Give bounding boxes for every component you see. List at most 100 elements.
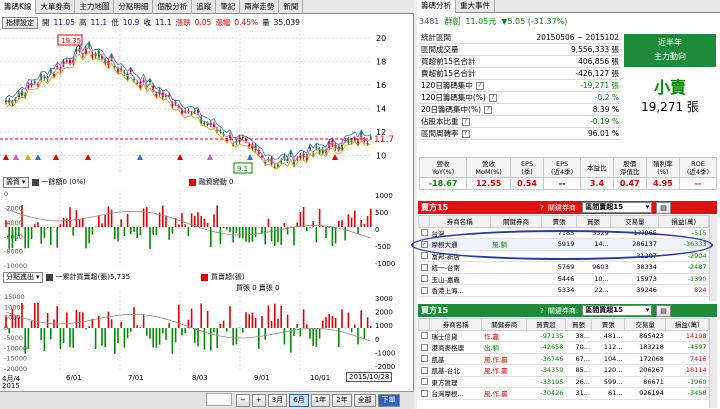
broker-row[interactable]: 香港上海... 5334 22... 39246 824 <box>418 284 709 297</box>
zoom-out-button[interactable]: − <box>236 394 250 407</box>
x-tick-label: 10/01 <box>310 374 331 382</box>
volume-bar <box>216 205 218 227</box>
branch-indicator-select[interactable]: 分點進出 ▾ <box>3 271 43 283</box>
broker-row[interactable]: 瑞士信貸 作.贏 -97135 38... 481... 865423 14198 <box>418 330 709 342</box>
help-icon[interactable]: ? <box>488 94 497 102</box>
column-header[interactable]: 關鍵券商 <box>489 215 543 228</box>
row-checkbox[interactable] <box>420 263 428 271</box>
range-button-全部[interactable]: 全部 <box>353 394 376 407</box>
buy-scrollbar[interactable] <box>709 318 717 408</box>
broker-row[interactable]: 玉山-嘉義 5446 10... 15973 -1390 <box>418 273 709 285</box>
column-header[interactable]: 交易量 <box>623 318 667 331</box>
chip-indicator-select[interactable]: 籌資 ▾ <box>3 176 29 188</box>
row-checkbox[interactable] <box>420 343 428 351</box>
row-checkbox[interactable] <box>420 378 428 386</box>
column-header[interactable]: 賣張 <box>591 318 625 331</box>
volume-bar <box>309 328 311 339</box>
scrollbar[interactable] <box>206 393 232 406</box>
broker-row[interactable]: 東方匯理 -33195 26... 599... 86671 -1960 <box>418 376 709 388</box>
chevron-down-icon: ▾ <box>22 177 26 186</box>
column-header[interactable]: 買張 <box>564 318 593 331</box>
range-button-1年[interactable]: 1年 <box>310 394 331 407</box>
analysis-tab-0[interactable]: 籌碼分析 <box>417 0 456 13</box>
range-button-2年[interactable]: 2年 <box>332 394 352 407</box>
volume-bar <box>43 227 46 238</box>
cell-key <box>481 376 527 388</box>
help-icon[interactable]: ? <box>461 130 470 138</box>
buy-range-select[interactable]: 區間買超15 ▾ <box>582 305 653 316</box>
tab-0[interactable]: 籌碼K線 <box>0 0 37 14</box>
y-tick-label: -4000 <box>4 219 23 227</box>
broker-row[interactable]: 統一-台南 5769 9603 38334 -2487 <box>418 261 709 274</box>
row-checkbox[interactable] <box>420 389 428 397</box>
range-button-3月[interactable]: 3月 <box>267 394 288 407</box>
tab-7[interactable]: 兩岸走勢 <box>240 0 280 14</box>
branch-chart[interactable]: 150001000050000-5000-10000-15000-2000030… <box>0 292 414 372</box>
volume-bar <box>222 320 225 328</box>
zoom-in-button[interactable]: + <box>251 394 266 407</box>
sell-range-select[interactable]: 區間賣超15 ▾ <box>582 202 653 213</box>
row-checkbox[interactable] <box>420 332 428 340</box>
column-header[interactable]: 買賣超 <box>526 318 566 331</box>
column-header[interactable]: 券商名稱 <box>429 215 491 228</box>
legend-swatch <box>31 178 39 186</box>
cell-pnl: 18114 <box>665 364 709 377</box>
cell-net: -34359 <box>526 364 566 377</box>
high-price: 11.1 <box>90 18 108 27</box>
tab-5[interactable]: 追蹤 <box>192 0 217 14</box>
volume-bar <box>312 221 314 227</box>
tab-4[interactable]: 個股分析 <box>153 0 193 14</box>
tab-3[interactable]: 分點明細 <box>114 0 154 14</box>
buy-expand-button[interactable]: ▤ <box>656 304 671 317</box>
right-tick-label: -1000 <box>375 349 395 357</box>
column-header[interactable]: 損益(萬) <box>665 318 709 331</box>
row-checkbox[interactable] <box>420 252 428 260</box>
stats-value: -426,127 張 <box>515 67 621 80</box>
tab-2[interactable]: 主力地圖 <box>75 0 115 14</box>
row-checkbox[interactable] <box>420 366 428 374</box>
help-icon[interactable]: ? <box>540 204 544 212</box>
column-header[interactable]: 券商名稱 <box>428 318 483 331</box>
chart-tabs: 籌碼K線 大單券商 主力地圖 分點明細 個股分析 追蹤 筆記 兩岸走勢 新聞 <box>0 0 414 14</box>
range-button-6月[interactable]: 6月 <box>289 394 309 407</box>
help-icon[interactable]: ? <box>484 106 493 114</box>
stats-label: 統計區間 <box>419 32 516 44</box>
broker-row[interactable]: 凱基-台北 風.作.贏 -34359 85... 120... 206267 18114 <box>418 364 709 377</box>
trade-button[interactable]: 下單 <box>377 394 400 407</box>
column-header[interactable]: 賣張 <box>541 215 577 228</box>
analysis-tab-1[interactable]: 重大事件 <box>456 0 495 13</box>
row-checkbox[interactable] <box>420 275 428 283</box>
broker-row[interactable]: 港商麥格理 出.躺 -42658 70... 112... 183218 -4597 <box>418 341 709 354</box>
column-header[interactable]: 交易量 <box>610 215 660 228</box>
tab-6[interactable]: 筆記 <box>216 0 241 14</box>
stats-value: 406,856 張 <box>515 55 621 68</box>
stats-row: 20日籌碼集中(%)? 8.39 % <box>419 103 621 116</box>
stock-code: 3481 <box>419 16 440 26</box>
right-tick-label: 500 <box>375 209 388 217</box>
price-chart[interactable]: 20181614121011.719.359.1 <box>0 30 414 175</box>
volume-bar <box>171 328 174 354</box>
help-icon[interactable]: ? <box>475 82 484 90</box>
y-tick-label: -15000 <box>4 355 27 363</box>
row-checkbox[interactable] <box>420 229 428 237</box>
column-header[interactable]: 損益(萬) <box>658 215 709 228</box>
broker-row[interactable]: 凱基 風.作.贏 -36746 67... 104... 172068 7416 <box>418 353 709 365</box>
help-icon[interactable]: ? <box>461 118 470 126</box>
stats-label: 買超前15名合計 <box>419 55 516 68</box>
candle <box>190 113 193 115</box>
sell-expand-button[interactable]: ▤ <box>656 201 671 214</box>
volume-bar <box>24 227 26 249</box>
indicator-settings-button[interactable]: 指標設定 <box>2 16 38 29</box>
chip-chart[interactable]: 0 -2000 -4000 -6000 -8000 -10000 1000 500 0 -500 -… <box>0 189 414 269</box>
broker-row[interactable]: 台灣摩根... 風.作.贏 -30426 31... 61... 926194 -3458 <box>418 387 709 400</box>
chart-pane: 籌碼K線 大單券商 主力地圖 分點明細 個股分析 追蹤 筆記 兩岸走勢 新聞 指標設定 開 11… <box>0 0 414 409</box>
row-checkbox[interactable] <box>420 286 428 294</box>
sell-scrollbar[interactable] <box>709 215 717 301</box>
tab-8[interactable]: 新聞 <box>279 0 304 14</box>
cell-vol: 39246 <box>610 284 659 297</box>
column-header[interactable]: 關鍵券商 <box>481 318 528 331</box>
row-checkbox[interactable] <box>420 355 428 363</box>
column-header[interactable]: 買張 <box>575 215 612 228</box>
help-icon[interactable]: ? <box>540 307 544 315</box>
tab-1[interactable]: 大單券商 <box>36 0 76 14</box>
